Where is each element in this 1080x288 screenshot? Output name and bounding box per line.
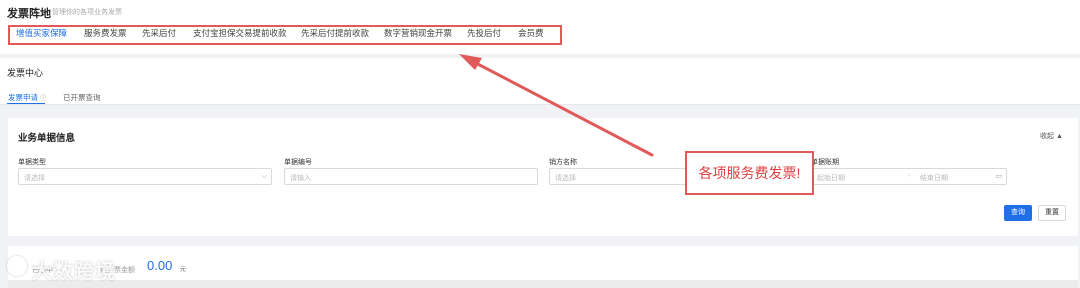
doc-no-input[interactable]: 请输入 xyxy=(284,168,538,185)
page-title: 发票阵地 xyxy=(7,8,51,20)
divider xyxy=(0,104,1080,105)
doc-type-select[interactable]: 请选择 ⌵ xyxy=(18,168,272,185)
subtab-invoice-apply[interactable]: 发票申请 ⓘ xyxy=(8,92,46,103)
tab-alipay-early-collection[interactable]: 支付宝担保交易提前收款 xyxy=(193,27,287,39)
tab-buy-now-pay-later[interactable]: 先采后付 xyxy=(142,27,176,39)
chevron-down-icon: ⌵ xyxy=(261,173,267,180)
tab-invest-then-pay[interactable]: 先投后付 xyxy=(467,27,501,39)
query-button[interactable]: 查询 xyxy=(1004,205,1032,221)
doc-type-label: 单据类型 xyxy=(18,159,46,166)
watermark-text: 大数跨境 xyxy=(32,261,116,283)
subtab-issued-query[interactable]: 已开票查询 xyxy=(63,92,101,103)
annotation-callout: 各项服务费发票! xyxy=(685,151,814,195)
amount-value: 0.00 xyxy=(147,258,173,273)
reset-button[interactable]: 重置 xyxy=(1038,205,1066,221)
tab-bnpl-early-collection[interactable]: 先采后付提前收款 xyxy=(301,27,369,39)
amount-unit: 元 xyxy=(180,267,187,273)
collapse-toggle[interactable]: 收起 ▲ xyxy=(1040,131,1063,141)
tab-value-added-buyer-protection[interactable]: 增值买家保障 xyxy=(16,27,67,39)
table-header-strip xyxy=(8,280,1078,288)
watermark-logo-icon xyxy=(7,256,27,276)
seller-select[interactable]: 请选择 xyxy=(549,168,689,185)
period-label: 单据账期 xyxy=(811,159,839,166)
invoice-center-section xyxy=(0,58,1080,104)
seller-label: 销方名称 xyxy=(549,159,577,166)
tab-membership-fee[interactable]: 会员费 xyxy=(518,27,544,39)
calendar-icon: ▭ xyxy=(995,173,1002,180)
doc-no-label: 单据编号 xyxy=(284,159,312,166)
tab-digital-marketing-cash-invoice[interactable]: 数字营销现金开票 xyxy=(384,27,452,39)
info-icon: ⓘ xyxy=(40,96,47,102)
page-subtitle: 管理你的各项业务发票 xyxy=(52,9,122,16)
tab-service-fee-invoice[interactable]: 服务费发票 xyxy=(84,27,127,39)
section-title: 发票中心 xyxy=(7,68,44,78)
panel-title: 业务单据信息 xyxy=(18,133,76,144)
period-range-picker[interactable]: 起始日期 - 结束日期 ▭ xyxy=(811,168,1007,185)
